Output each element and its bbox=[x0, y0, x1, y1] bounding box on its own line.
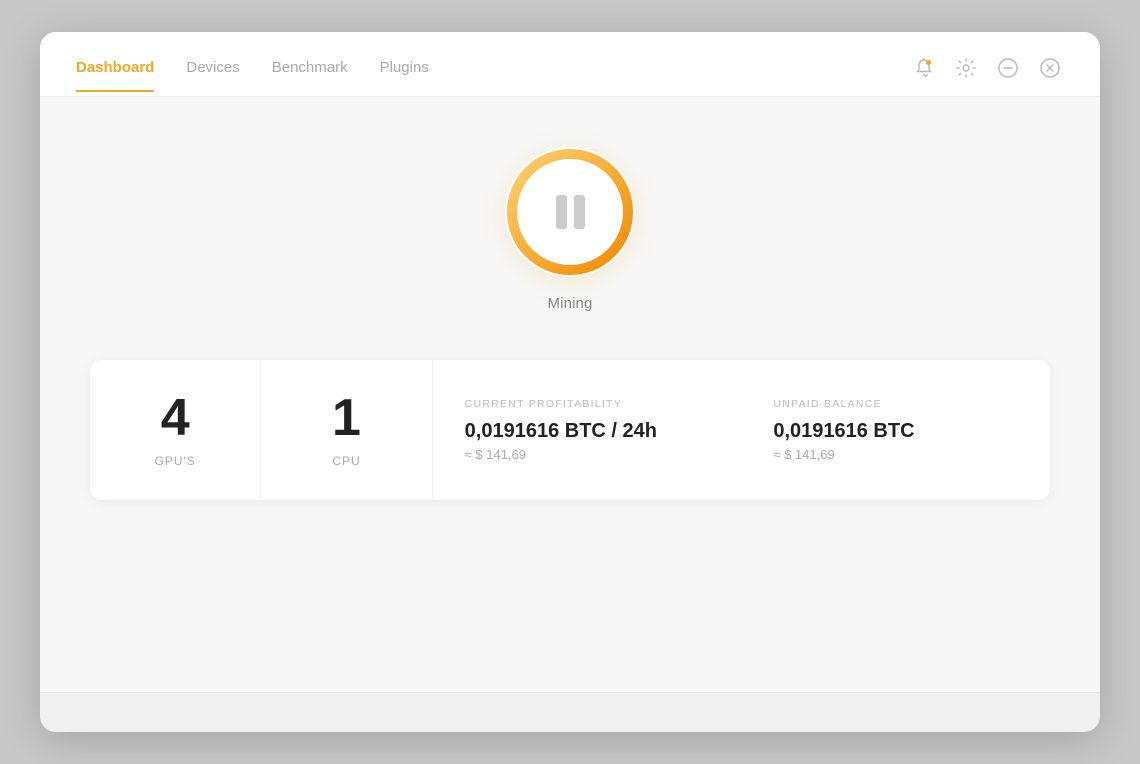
bottom-bar bbox=[40, 692, 1100, 732]
stats-row: 4 GPU'S 1 CPU CURRENT PROFITABILITY 0,01… bbox=[90, 360, 1050, 500]
cpu-label: CPU bbox=[332, 454, 360, 468]
nav-tabs: Dashboard Devices Benchmark Plugins bbox=[76, 59, 429, 92]
tab-benchmark[interactable]: Benchmark bbox=[272, 59, 348, 92]
balance-value: 0,0191616 BTC bbox=[773, 420, 914, 443]
tab-devices[interactable]: Devices bbox=[186, 59, 239, 92]
gear-icon bbox=[955, 57, 977, 79]
minimize-icon bbox=[997, 57, 1019, 79]
nav-icons bbox=[910, 54, 1064, 96]
tab-dashboard[interactable]: Dashboard bbox=[76, 59, 154, 92]
pause-bar-right bbox=[574, 195, 585, 229]
profitability-value: 0,0191616 BTC / 24h bbox=[465, 420, 657, 443]
mining-status-label: Mining bbox=[547, 295, 592, 312]
stat-gpus: 4 GPU'S bbox=[90, 360, 261, 500]
pause-icon bbox=[556, 195, 585, 229]
stat-profitability: CURRENT PROFITABILITY 0,0191616 BTC / 24… bbox=[433, 360, 742, 500]
balance-sub: ≈ $ 141,69 bbox=[773, 447, 834, 462]
gpus-label: GPU'S bbox=[155, 454, 196, 468]
mining-toggle-button[interactable] bbox=[505, 147, 635, 277]
cpu-number: 1 bbox=[332, 392, 361, 444]
app-window: Dashboard Devices Benchmark Plugins bbox=[40, 32, 1100, 732]
stat-cpu: 1 CPU bbox=[261, 360, 432, 500]
settings-button[interactable] bbox=[952, 54, 980, 82]
notifications-button[interactable] bbox=[910, 54, 938, 82]
tab-plugins[interactable]: Plugins bbox=[380, 59, 429, 92]
gpus-number: 4 bbox=[161, 392, 190, 444]
close-icon bbox=[1039, 57, 1061, 79]
stat-balance: UNPAID BALANCE 0,0191616 BTC ≈ $ 141,69 bbox=[741, 360, 1050, 500]
profitability-section-label: CURRENT PROFITABILITY bbox=[465, 398, 622, 410]
pause-bar-left bbox=[556, 195, 567, 229]
mining-control: Mining bbox=[505, 147, 635, 312]
bell-icon bbox=[914, 58, 934, 78]
balance-section-label: UNPAID BALANCE bbox=[773, 398, 881, 410]
main-content: Mining 4 GPU'S 1 CPU CURRENT PROFITABILI… bbox=[40, 97, 1100, 692]
nav-bar: Dashboard Devices Benchmark Plugins bbox=[40, 32, 1100, 96]
close-button[interactable] bbox=[1036, 54, 1064, 82]
minimize-button[interactable] bbox=[994, 54, 1022, 82]
profitability-sub: ≈ $ 141,69 bbox=[465, 447, 526, 462]
